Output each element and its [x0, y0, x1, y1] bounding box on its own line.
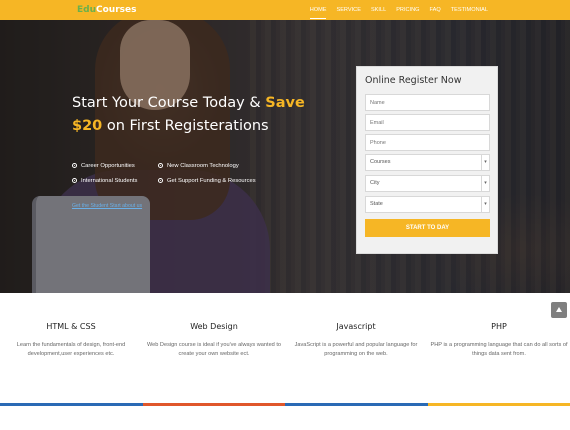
hero-section: Start Your Course Today & Save $20 on Fir… — [0, 20, 570, 293]
course-description: JavaScript is a powerful and popular lan… — [294, 342, 418, 357]
nav-service[interactable]: SERVICE — [331, 0, 365, 20]
phone-field[interactable] — [365, 134, 490, 151]
logo-prefix: Edu — [77, 5, 96, 15]
course-description: Learn the fundamentals of design, front-… — [16, 342, 126, 357]
nav-skill[interactable]: SKILL — [366, 0, 391, 20]
email-field[interactable] — [365, 114, 490, 131]
scroll-to-top-button[interactable] — [551, 302, 567, 318]
color-segment — [0, 403, 143, 406]
course-card-php: PHP PHP is a programming language that c… — [428, 322, 570, 359]
feature-support-funding: Get Support Funding & Resources — [158, 177, 256, 185]
course-card-html-css: HTML & CSS Learn the fundamentals of des… — [0, 322, 142, 359]
courses-select-value: Courses — [370, 159, 391, 165]
headline-part2: on First Registerations — [102, 118, 269, 134]
check-circle-icon — [158, 178, 163, 183]
feature-label: International Students — [81, 178, 138, 184]
student-start-link[interactable]: Get the Student Start about us — [72, 203, 142, 209]
feature-classroom-tech: New Classroom Technology — [158, 162, 239, 170]
hero-headline: Start Your Course Today & Save $20 on Fir… — [72, 92, 352, 138]
chevron-down-icon: ▾ — [481, 176, 489, 191]
color-segment — [427, 403, 570, 406]
form-title: Online Register Now — [365, 75, 462, 86]
nav-pricing[interactable]: PRICING — [391, 0, 424, 20]
chevron-down-icon: ▾ — [481, 155, 489, 170]
chevron-down-icon: ▾ — [481, 197, 489, 212]
feature-label: New Classroom Technology — [167, 163, 239, 169]
nav-testimonial[interactable]: TESTIMONIAL — [446, 0, 493, 20]
headline-amount: $20 — [72, 118, 103, 134]
course-title: Javascript — [336, 322, 376, 331]
feature-label: Career Opportunities — [81, 163, 135, 169]
check-circle-icon — [72, 178, 77, 183]
course-card-javascript: Javascript JavaScript is a powerful and … — [285, 322, 427, 359]
course-title: Web Design — [190, 322, 238, 331]
course-title: PHP — [491, 322, 507, 331]
color-segment — [142, 403, 285, 406]
feature-career: Career Opportunities — [72, 162, 135, 170]
start-today-button[interactable]: START TO DAY — [365, 219, 490, 237]
state-select-value: State — [370, 201, 383, 207]
site-logo[interactable]: EduCourses — [77, 4, 136, 16]
color-segment — [285, 403, 428, 406]
course-description: PHP is a programming language that can d… — [430, 342, 568, 357]
feature-international: International Students — [72, 177, 137, 185]
course-title: HTML & CSS — [46, 322, 96, 331]
feature-label: Get Support Funding & Resources — [167, 178, 256, 184]
headline-part1: Start Your Course Today & — [72, 95, 266, 111]
nav-home[interactable]: HOME — [305, 0, 332, 20]
check-circle-icon — [72, 163, 77, 168]
section-color-bar — [0, 403, 570, 406]
headline-save: Save — [265, 95, 305, 111]
state-select[interactable]: State ▾ — [365, 196, 490, 213]
city-select-value: City — [370, 180, 380, 186]
course-description: Web Design course is ideal if you've alw… — [146, 342, 282, 357]
city-select[interactable]: City ▾ — [365, 175, 490, 192]
main-menu: HOME SERVICE SKILL PRICING FAQ TESTIMONI… — [305, 0, 493, 20]
course-card-web-design: Web Design Web Design course is ideal if… — [143, 322, 285, 359]
name-field[interactable] — [365, 94, 490, 111]
register-form: Online Register Now Courses ▾ City ▾ State… — [356, 66, 498, 254]
courses-select[interactable]: Courses ▾ — [365, 154, 490, 171]
nav-faq[interactable]: FAQ — [425, 0, 446, 20]
top-navbar: EduCourses HOME SERVICE SKILL PRICING FA… — [0, 0, 570, 20]
logo-suffix: Courses — [96, 5, 137, 15]
check-circle-icon — [158, 163, 163, 168]
